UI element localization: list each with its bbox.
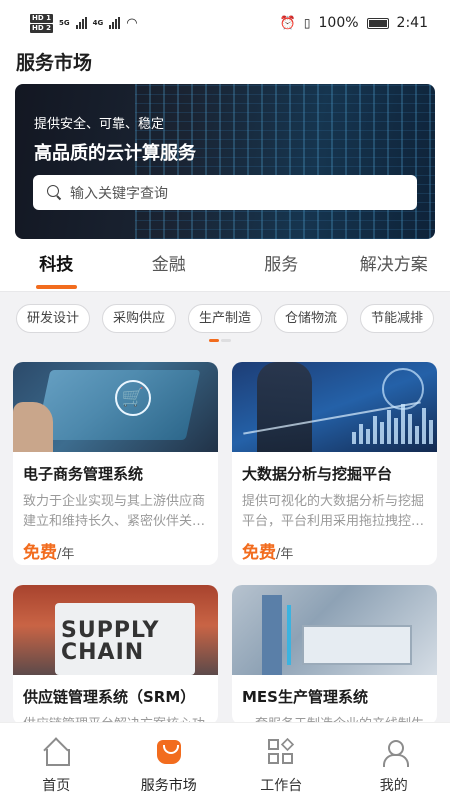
product-title: 大数据分析与挖掘平台 [242,465,393,483]
shopping-cart-icon: 🛒 [115,380,151,416]
nav-home-label: 首页 [42,778,71,794]
network-4g-label: 4G [92,19,104,27]
chip-scroll-indicator [209,339,231,342]
product-title: 供应链管理系统（SRM） [23,688,196,706]
signal-icon [75,17,87,29]
machine-plate-shape [302,625,412,665]
category-tabs: 科技 金融 服务 解决方案 [0,244,450,291]
chip-rd-design[interactable]: 研发设计 [16,304,91,333]
vibrate-icon: ▯ [303,16,311,30]
product-title: MES生产管理系统 [242,688,368,706]
network-5g-label: 5G [58,19,70,27]
product-desc: 致力于企业实现与其上游供应商建立和维持长久、紧密伙伴关… [23,494,206,529]
hd-indicators: HD 1 HD 2 [30,13,53,33]
hero-banner[interactable]: 提供安全、可靠、稳定 高品质的云计算服务 输入关键字查询 [15,84,435,239]
product-card-bigdata[interactable]: 大数据分析与挖掘平台 提供可视化的大数据分析与挖掘平台，平台利用采用拖拉拽控… … [232,362,437,565]
hero-title: 高品质的云计算服务 [34,143,196,164]
product-price: 免费/年 [232,532,437,563]
chip-procurement[interactable]: 采购供应 [102,304,177,333]
alarm-icon: ⏰ [279,15,296,31]
robot-arm-shape [262,595,282,675]
chip-manufacturing[interactable]: 生产制造 [188,304,263,333]
product-price: 免费/年 [13,532,218,563]
chip-energy-saving[interactable]: 节能减排 [360,304,435,333]
profile-icon [380,738,409,767]
nav-workbench[interactable]: 工作台 [225,723,338,800]
indicator-active-dot [209,339,219,342]
tab-service[interactable]: 服务 [225,244,338,291]
supply-chain-image: SUPPLY CHAIN [13,585,218,675]
factory-robot-image [232,585,437,675]
nav-workbench-label: 工作台 [260,778,303,794]
product-card-mes[interactable]: MES生产管理系统 一套服务于制造企业的产线制生 [232,585,437,725]
price-label: 免费 [23,543,57,563]
hd2-badge: HD 2 [30,23,53,33]
battery-icon [366,17,389,29]
tab-tech[interactable]: 科技 [0,244,113,291]
hero-subtitle: 提供安全、可靠、稳定 [34,117,165,132]
bottom-nav: 首页 服务市场 工作台 我的 [0,722,450,800]
search-input[interactable]: 输入关键字查询 [33,175,417,210]
product-card-srm[interactable]: SUPPLY CHAIN 供应链管理系统（SRM） 供应链管理平台解决方案核心功 [13,585,218,725]
clock: 2:41 [396,15,428,31]
ecommerce-cart-image: 🛒 [13,362,218,452]
supply-chain-board-text: SUPPLY CHAIN [61,618,160,665]
home-icon [42,738,71,766]
chip-logistics[interactable]: 仓储物流 [274,304,349,333]
indicator-dot [221,339,231,342]
workbench-grid-icon [267,737,295,766]
cable-shape [287,605,291,665]
hero-section: 提供安全、可靠、稳定 高品质的云计算服务 输入关键字查询 [0,80,450,244]
tab-solutions[interactable]: 解决方案 [338,244,450,291]
nav-me-label: 我的 [379,778,408,794]
page-title: 服务市场 [0,46,450,80]
bar-graphic [352,404,433,444]
nav-market-label: 服务市场 [140,778,197,794]
price-unit: /年 [57,547,75,562]
product-title: 电子商务管理系统 [23,465,144,483]
status-right: ⏰ ▯ 100% 2:41 [280,15,428,31]
nav-home[interactable]: 首页 [0,723,113,800]
tab-finance[interactable]: 金融 [113,244,226,291]
wifi-icon: ◠ [126,15,138,31]
bigdata-chart-image [232,362,437,452]
status-bar: HD 1 HD 2 5G 4G ◠ ⏰ ▯ 100% 2:41 [0,0,450,46]
hand-shape [13,402,53,452]
hd1-badge: HD 1 [30,13,53,23]
nav-me[interactable]: 我的 [338,723,450,800]
search-icon [47,185,62,200]
signal-icon-2 [109,17,121,29]
product-card-ecommerce[interactable]: 🛒 电子商务管理系统 致力于企业实现与其上游供应商建立和维持长久、紧密伙伴关… … [13,362,218,565]
price-unit: /年 [276,547,294,562]
filter-chips-area: 研发设计 采购供应 生产制造 仓储物流 节能减排 [0,291,450,347]
price-label: 免费 [242,543,276,563]
market-bag-icon [155,738,183,766]
filter-chips: 研发设计 采购供应 生产制造 仓储物流 节能减排 [16,304,435,333]
status-left: HD 1 HD 2 5G 4G ◠ [30,13,138,33]
nav-market[interactable]: 服务市场 [113,723,226,800]
battery-percent: 100% [318,15,359,31]
search-placeholder: 输入关键字查询 [70,185,168,202]
product-desc: 提供可视化的大数据分析与挖掘平台，平台利用采用拖拉拽控… [242,494,425,529]
businessman-shape [257,362,312,452]
